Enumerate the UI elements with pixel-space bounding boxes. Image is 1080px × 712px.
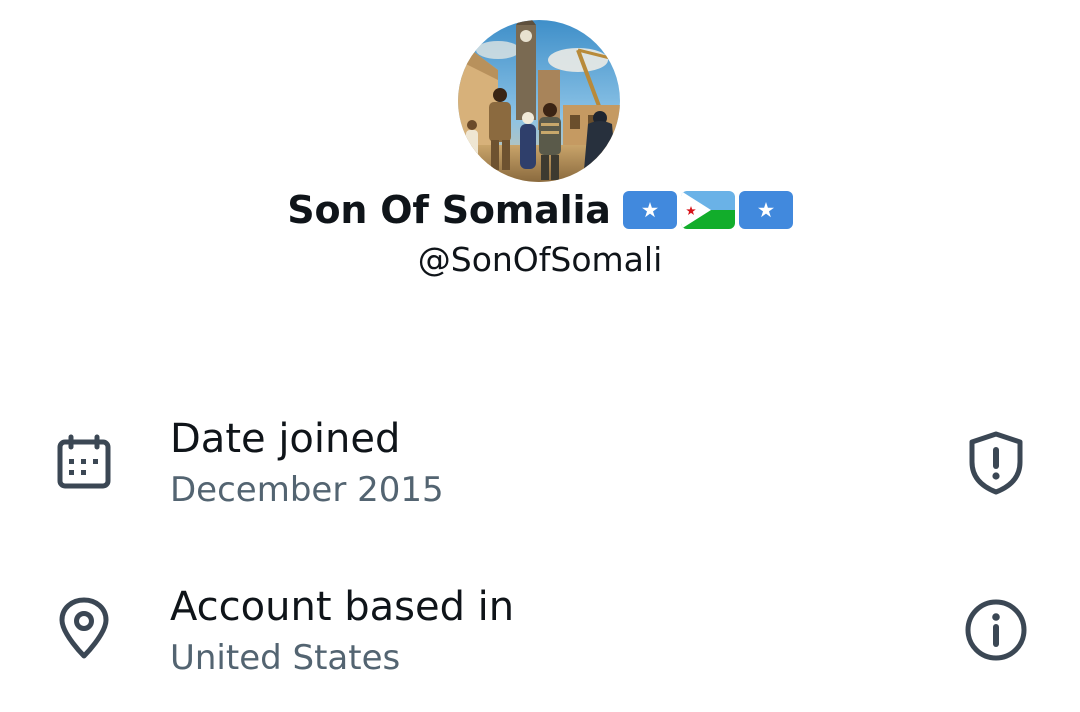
somalia-flag-icon: [622, 191, 677, 229]
account-based-in-value: United States: [170, 638, 401, 678]
display-name: Son Of Somalia: [287, 188, 611, 232]
profile-name-row: Son Of Somalia: [0, 184, 1080, 236]
profile-avatar[interactable]: [458, 20, 620, 182]
date-joined-label: Date joined: [170, 416, 401, 462]
somalia-flag-icon: [738, 191, 793, 229]
account-based-in-row: Account based in United States: [0, 580, 1080, 690]
location-pin-icon: [59, 597, 109, 659]
calendar-icon: [57, 434, 111, 489]
shield-alert-icon[interactable]: [960, 426, 1032, 498]
account-based-in-label: Account based in: [170, 584, 515, 630]
date-joined-value: December 2015: [170, 470, 444, 510]
profile-handle: @SonOfSomali: [417, 240, 663, 279]
date-joined-row: Date joined December 2015: [0, 412, 1080, 522]
flag-emojis: [622, 191, 793, 229]
avatar-image: [458, 20, 620, 182]
djibouti-flag-icon: [680, 191, 735, 229]
info-icon[interactable]: [960, 594, 1032, 666]
